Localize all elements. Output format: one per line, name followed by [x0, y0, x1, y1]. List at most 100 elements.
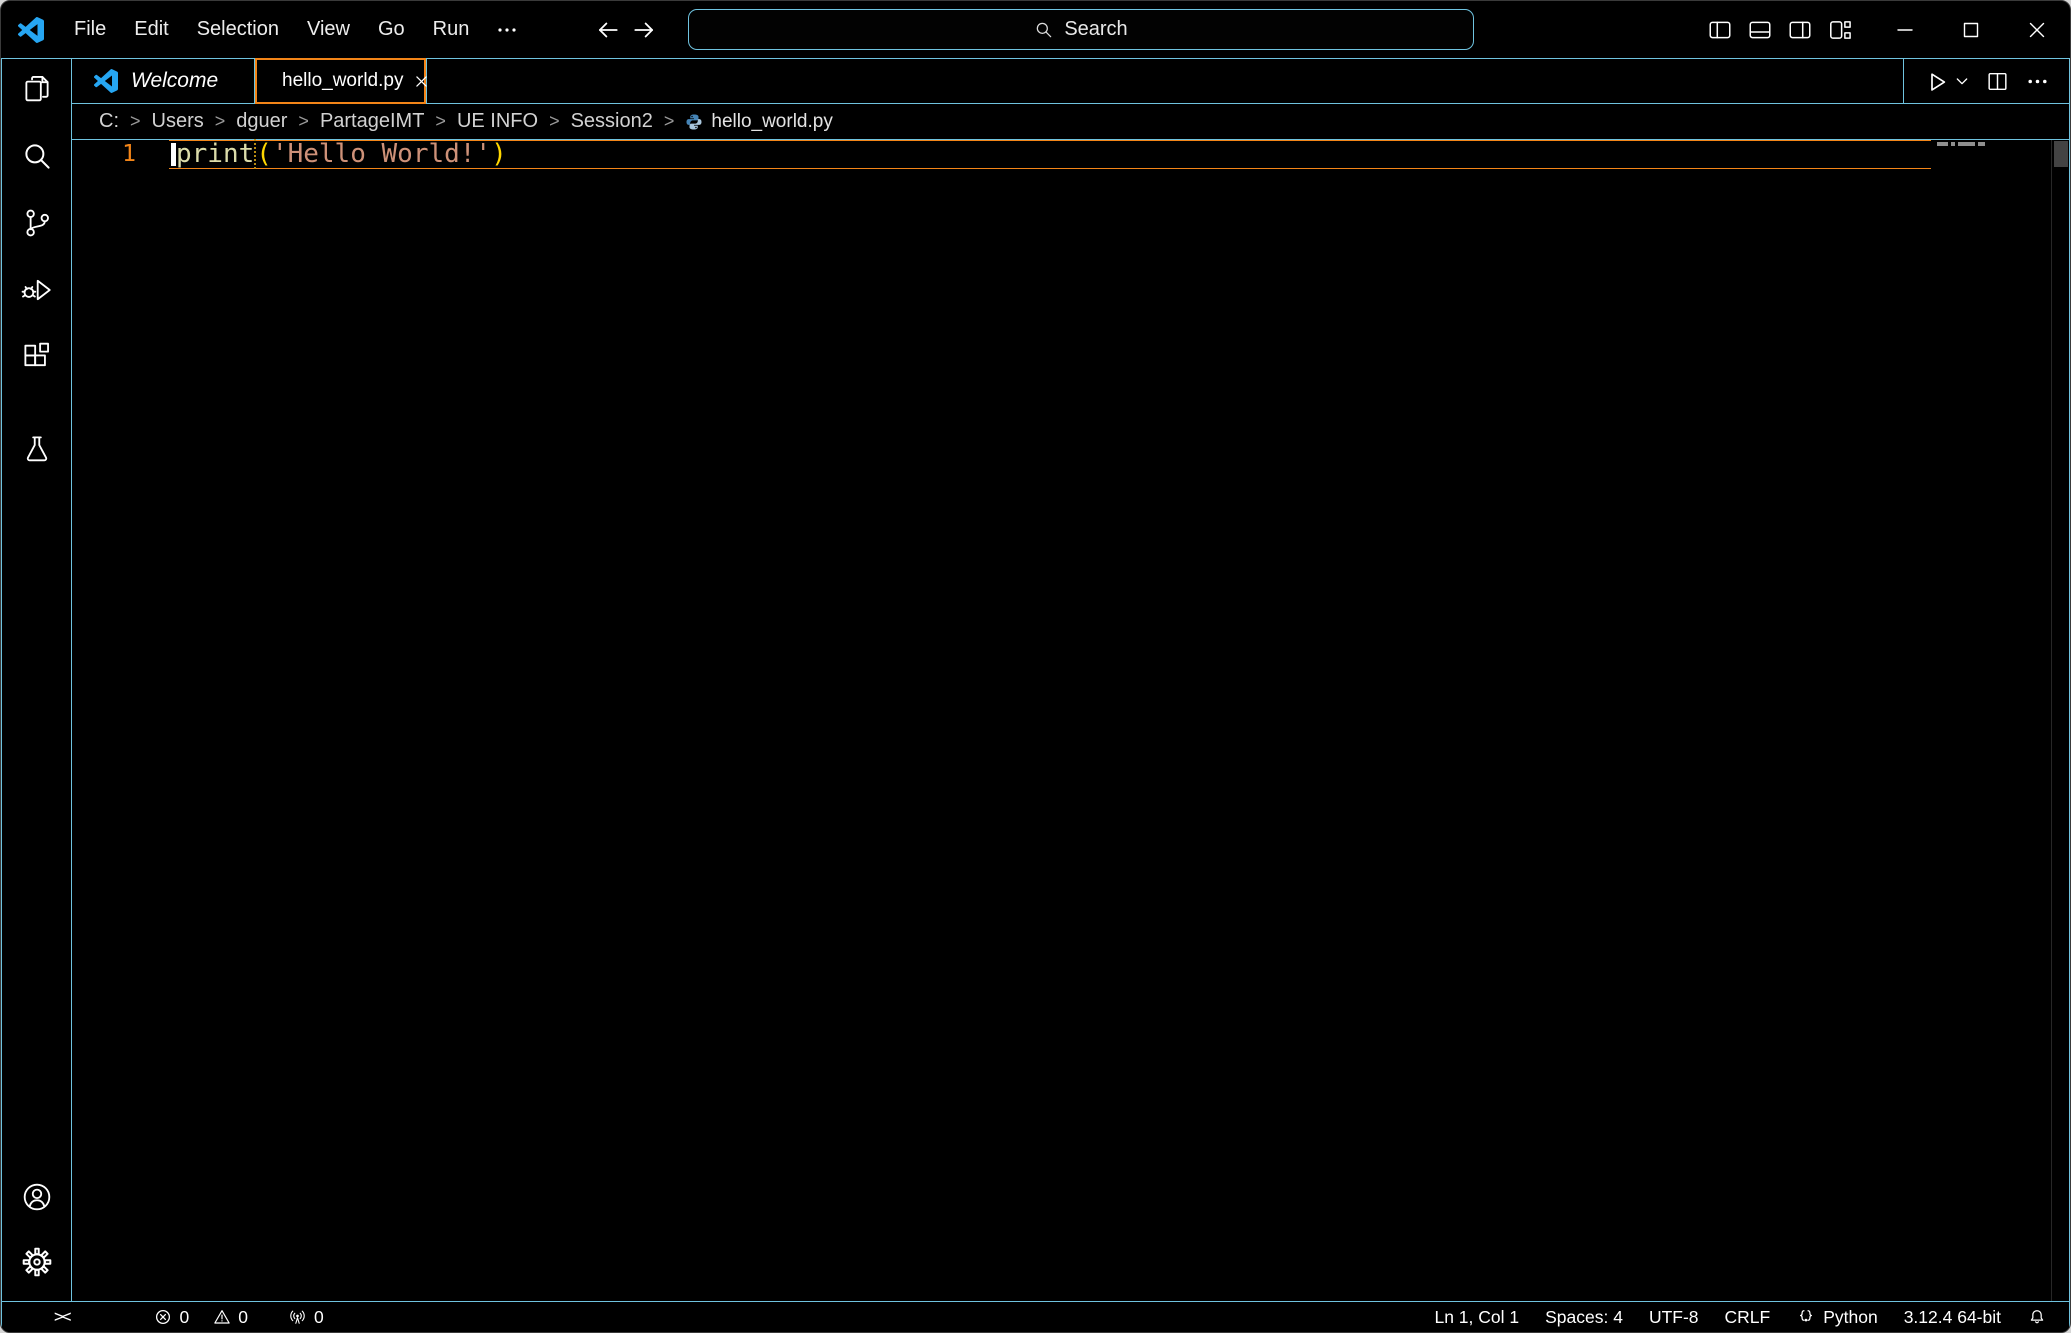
explorer-icon[interactable] [20, 72, 54, 106]
vscode-logo-icon [18, 17, 44, 43]
encoding-status[interactable]: UTF-8 [1649, 1307, 1699, 1328]
language-braces-icon [1796, 1307, 1816, 1327]
menu-bar: File Edit Selection View Go Run [60, 1, 531, 58]
forward-arrow-icon[interactable] [631, 17, 657, 43]
more-actions-icon[interactable] [2025, 69, 2050, 94]
settings-gear-icon[interactable] [20, 1245, 54, 1279]
current-line[interactable]: print('Hello World!') [169, 140, 1931, 169]
workbench-content: Welcome hello_world.py [2, 59, 2069, 1301]
errors-count: 0 [179, 1307, 189, 1328]
account-icon[interactable] [20, 1180, 54, 1214]
tab-close-icon[interactable] [413, 72, 430, 90]
language-label: Python [1823, 1307, 1877, 1328]
tab-welcome[interactable]: Welcome [72, 59, 255, 103]
editor-actions [1903, 59, 2069, 103]
close-icon[interactable] [2004, 1, 2070, 58]
status-bar: >< 0 0 0 Ln 1, Col 1 Spaces: 4 UTF-8 C [2, 1301, 2069, 1332]
scrollbar-thumb[interactable] [2054, 141, 2068, 167]
run-button-icon[interactable] [1923, 68, 1950, 95]
command-center-search[interactable]: Search [688, 9, 1474, 50]
menu-view[interactable]: View [293, 1, 364, 58]
tab-bar-empty-space [427, 59, 1903, 103]
testing-icon[interactable] [20, 432, 54, 466]
breadcrumb-file[interactable]: hello_world.py [711, 111, 832, 133]
status-bar-right: Ln 1, Col 1 Spaces: 4 UTF-8 CRLF Python … [1434, 1307, 2047, 1328]
menu-go[interactable]: Go [364, 1, 419, 58]
menu-edit[interactable]: Edit [120, 1, 182, 58]
minimap[interactable] [1932, 140, 2051, 1301]
indentation-status[interactable]: Spaces: 4 [1545, 1307, 1623, 1328]
code-token-paren-close: ) [491, 139, 507, 169]
line-number: 1 [72, 140, 169, 169]
bell-icon [2027, 1307, 2047, 1327]
breadcrumb-segment[interactable]: Session2 [571, 110, 653, 133]
breadcrumb-segment[interactable]: PartageIMT [320, 110, 424, 133]
menu-file[interactable]: File [60, 1, 120, 58]
code-text: print('Hello World!') [169, 141, 507, 168]
menu-run[interactable]: Run [419, 1, 484, 58]
ports-count: 0 [314, 1307, 324, 1328]
interpreter-status[interactable]: 3.12.4 64-bit [1904, 1307, 2001, 1328]
search-label: Search [1064, 18, 1127, 41]
minimize-icon[interactable] [1872, 1, 1938, 58]
warnings-count: 0 [238, 1307, 248, 1328]
notifications-status[interactable] [2027, 1307, 2047, 1327]
remote-icon[interactable]: >< [54, 1307, 68, 1327]
menu-selection[interactable]: Selection [183, 1, 293, 58]
layout-panel-icon[interactable] [1747, 17, 1773, 43]
tab-label: hello_world.py [282, 70, 403, 92]
breadcrumb-segment[interactable]: UE INFO [457, 110, 538, 133]
layout-sidebar-right-icon[interactable] [1787, 17, 1813, 43]
extensions-icon[interactable] [20, 340, 54, 374]
run-debug-icon[interactable] [20, 273, 54, 307]
eol-status[interactable]: CRLF [1725, 1307, 1771, 1328]
ports-icon [288, 1308, 307, 1327]
tab-label: Welcome [131, 69, 218, 93]
chevron-right-icon: > [130, 111, 141, 132]
chevron-right-icon: > [435, 111, 446, 132]
search-icon [1034, 20, 1054, 40]
vertical-scrollbar[interactable] [2051, 140, 2069, 1301]
split-editor-icon[interactable] [1985, 69, 2010, 94]
source-control-icon[interactable] [20, 206, 54, 240]
tab-hello-world[interactable]: hello_world.py [255, 58, 427, 104]
errors-status[interactable]: 0 [154, 1307, 189, 1328]
problems-status[interactable]: 0 0 [154, 1307, 247, 1328]
editor-gutter: 1 [72, 140, 169, 169]
history-nav [595, 1, 657, 58]
cursor-position-status[interactable]: Ln 1, Col 1 [1434, 1307, 1519, 1328]
maximize-icon[interactable] [1938, 1, 2004, 58]
text-cursor [171, 143, 176, 166]
customize-layout-icon[interactable] [1827, 17, 1853, 43]
search-icon[interactable] [20, 139, 54, 173]
window-controls [1872, 1, 2070, 58]
breadcrumb-segment[interactable]: Users [152, 110, 204, 133]
title-bar: File Edit Selection View Go Run Search [1, 1, 2070, 58]
code-token-paren-open: ( [256, 139, 272, 169]
vscode-window: File Edit Selection View Go Run Search [0, 0, 2071, 1333]
workbench: Welcome hello_world.py [1, 58, 2070, 1332]
tab-bar: Welcome hello_world.py [72, 59, 2069, 104]
code-editor[interactable]: 1 print('Hello World!') [72, 140, 2069, 1301]
editor-group: Welcome hello_world.py [72, 59, 2069, 1301]
chevron-right-icon: > [664, 111, 675, 132]
ports-status[interactable]: 0 [288, 1307, 324, 1328]
breadcrumb-segment[interactable]: C: [99, 110, 119, 133]
layout-controls [1707, 1, 1853, 58]
chevron-right-icon: > [549, 111, 560, 132]
minimap-line [1937, 142, 1985, 146]
layout-sidebar-left-icon[interactable] [1707, 17, 1733, 43]
breadcrumb-segment[interactable]: dguer [236, 110, 287, 133]
language-status[interactable]: Python [1796, 1307, 1877, 1328]
breadcrumb: C: > Users > dguer > PartageIMT > UE INF… [72, 104, 2069, 140]
warnings-status[interactable]: 0 [213, 1307, 248, 1328]
code-token-function: print [176, 139, 256, 169]
run-dropdown-icon[interactable] [1954, 73, 1970, 89]
menu-overflow-icon[interactable] [483, 1, 531, 58]
warning-icon [213, 1308, 231, 1326]
back-arrow-icon[interactable] [595, 17, 621, 43]
vscode-logo-icon [94, 69, 118, 93]
python-icon [685, 113, 703, 131]
error-icon [154, 1308, 172, 1326]
chevron-right-icon: > [298, 111, 309, 132]
